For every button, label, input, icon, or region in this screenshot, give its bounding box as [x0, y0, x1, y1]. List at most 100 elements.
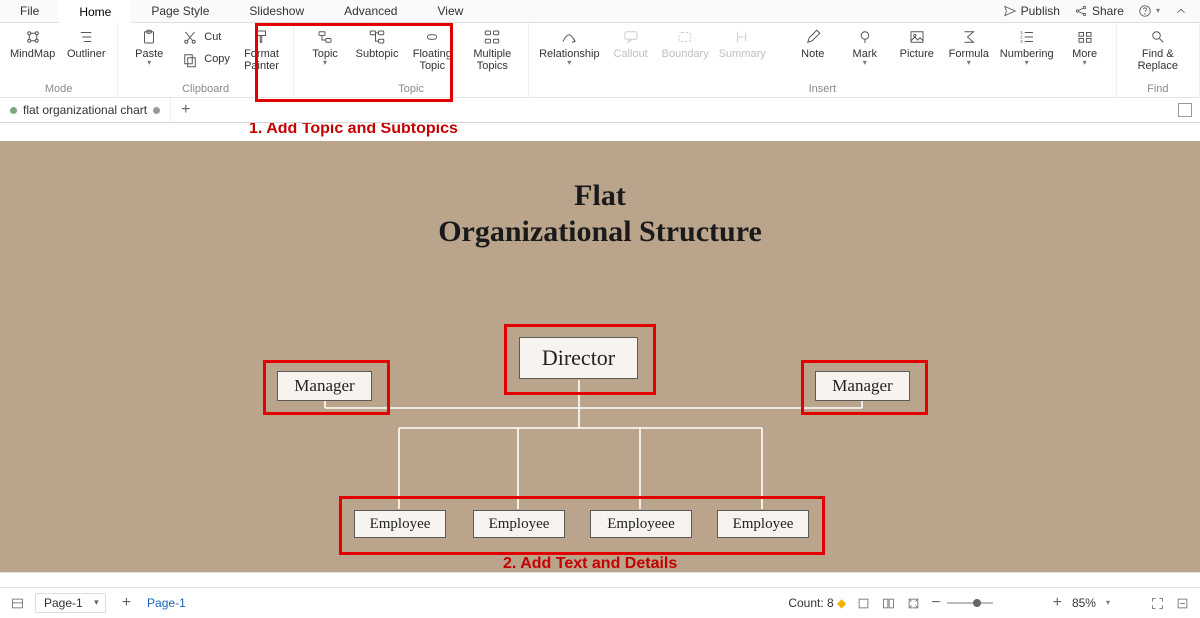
canvas-wrap: 1. Add Topic and Subtopics Flat Organiza… — [0, 123, 1200, 587]
mindmap-icon — [24, 28, 42, 46]
callout-button: Callout — [606, 25, 656, 82]
node-employee-1[interactable]: Employee — [354, 510, 446, 538]
floating-topic-icon — [423, 28, 441, 46]
view-split-icon[interactable] — [881, 596, 896, 611]
ribbon-group-topic: Topic▾ Subtopic Floating Topic Multiple … — [294, 23, 529, 97]
group-label: Clipboard — [124, 82, 287, 97]
annotation-1: 1. Add Topic and Subtopics — [249, 123, 458, 138]
add-page-button[interactable]: + — [116, 594, 137, 612]
outliner-icon — [77, 28, 95, 46]
help-button[interactable]: ▾ — [1138, 4, 1160, 18]
ribbon-group-clipboard: Paste▾ Cut Copy Format Painter Clipboard — [118, 23, 294, 97]
picture-icon — [908, 28, 926, 46]
document-tab-label: flat organizational chart — [23, 103, 147, 117]
summary-button: Summary — [715, 25, 770, 82]
cut-icon — [181, 29, 199, 47]
relationship-button[interactable]: Relationship▾ — [535, 25, 604, 82]
new-document-button[interactable]: + — [171, 101, 200, 119]
formula-button[interactable]: Formula▾ — [944, 25, 994, 82]
paste-icon — [140, 28, 158, 46]
document-tabs: flat organizational chart + — [0, 98, 1200, 123]
cut-button[interactable]: Cut — [176, 27, 234, 49]
group-label: Mode — [6, 82, 111, 97]
multiple-topics-button[interactable]: Multiple Topics — [463, 25, 523, 82]
floating-topic-button[interactable]: Floating Topic — [404, 25, 460, 82]
node-employee-3[interactable]: Employeee — [590, 510, 692, 538]
tab-slideshow[interactable]: Slideshow — [229, 0, 324, 25]
zoom-value[interactable]: 85% — [1072, 596, 1096, 610]
fit-page-icon[interactable] — [906, 596, 921, 611]
mindmap-button[interactable]: MindMap — [6, 25, 59, 82]
subtopic-button[interactable]: Subtopic — [352, 25, 402, 82]
formula-icon — [960, 28, 978, 46]
group-label: Find — [1123, 82, 1193, 97]
note-button[interactable]: Note — [788, 25, 838, 82]
numbering-button[interactable]: 123Numbering▾ — [996, 25, 1058, 82]
subtopic-icon — [368, 28, 386, 46]
more-icon — [1076, 28, 1094, 46]
callout-icon — [622, 28, 640, 46]
node-manager-left[interactable]: Manager — [277, 371, 372, 401]
doc-type-dot-icon — [10, 107, 17, 114]
show-panel-button[interactable] — [1178, 103, 1192, 117]
outliner-button[interactable]: Outliner — [61, 25, 111, 82]
copy-icon — [181, 51, 199, 69]
publish-button[interactable]: Publish — [1003, 4, 1060, 18]
zoom-out-button[interactable]: − — [931, 594, 940, 612]
group-label: Topic — [300, 82, 522, 97]
copy-button[interactable]: Copy — [176, 49, 234, 71]
minimize-panel-icon[interactable] — [1175, 596, 1190, 611]
share-button[interactable]: Share — [1074, 4, 1124, 18]
send-icon — [1003, 4, 1017, 18]
more-button[interactable]: More▾ — [1060, 25, 1110, 82]
zoom-slider[interactable] — [947, 602, 993, 604]
boundary-icon — [676, 28, 694, 46]
ribbon-group-insert: Relationship▾ Callout Boundary Summary N… — [529, 23, 1117, 97]
page-label[interactable]: Page-1 — [147, 596, 186, 610]
node-director[interactable]: Director — [519, 337, 638, 379]
count-label: Count: 8 ◆ — [788, 596, 846, 610]
paste-button[interactable]: Paste▾ — [124, 25, 174, 82]
format-painter-button[interactable]: Format Painter — [236, 25, 287, 82]
find-replace-button[interactable]: Find & Replace — [1123, 25, 1193, 82]
tab-page-style[interactable]: Page Style — [131, 0, 229, 25]
ribbon-group-mode: MindMap Outliner Mode — [0, 23, 118, 97]
zoom-in-button[interactable]: + — [1053, 594, 1062, 612]
node-employee-2[interactable]: Employee — [473, 510, 565, 538]
multiple-topics-icon — [483, 28, 501, 46]
tab-file[interactable]: File — [0, 0, 59, 25]
mark-icon — [856, 28, 874, 46]
page-select[interactable]: Page-1 — [35, 593, 106, 613]
ribbon: MindMap Outliner Mode Paste▾ Cut Copy Fo… — [0, 23, 1200, 98]
hscroll-gutter[interactable] — [0, 572, 1200, 587]
annotation-2: 2. Add Text and Details — [503, 555, 677, 573]
canvas[interactable]: Flat Organizational Structure Director M… — [0, 141, 1200, 587]
node-employee-4[interactable]: Employee — [717, 510, 809, 538]
summary-icon — [733, 28, 751, 46]
share-icon — [1074, 4, 1088, 18]
help-icon — [1138, 4, 1152, 18]
find-replace-icon — [1149, 28, 1167, 46]
zoom-controls: − — [931, 594, 992, 612]
picture-button[interactable]: Picture — [892, 25, 942, 82]
chevron-up-icon — [1174, 4, 1188, 18]
page-list-icon[interactable] — [10, 596, 25, 611]
view-single-icon[interactable] — [856, 596, 871, 611]
node-manager-right[interactable]: Manager — [815, 371, 910, 401]
topic-button[interactable]: Topic▾ — [300, 25, 350, 82]
collapse-ribbon-button[interactable] — [1174, 4, 1188, 18]
menu-tabs: File Home Page Style Slideshow Advanced … — [0, 0, 1200, 23]
chart-title: Flat Organizational Structure — [438, 141, 762, 249]
fullscreen-icon[interactable] — [1150, 596, 1165, 611]
numbering-icon: 123 — [1018, 28, 1036, 46]
relationship-icon — [560, 28, 578, 46]
ribbon-group-find: Find & Replace Find — [1117, 23, 1200, 97]
document-tab[interactable]: flat organizational chart — [0, 98, 171, 122]
tab-advanced[interactable]: Advanced — [324, 0, 417, 25]
note-icon — [804, 28, 822, 46]
format-painter-icon — [252, 28, 270, 46]
tab-view[interactable]: View — [417, 0, 483, 25]
status-bar: Page-1 + Page-1 Count: 8 ◆ − + 85%▾ — [0, 587, 1200, 618]
mark-button[interactable]: Mark▾ — [840, 25, 890, 82]
boundary-button: Boundary — [658, 25, 713, 82]
